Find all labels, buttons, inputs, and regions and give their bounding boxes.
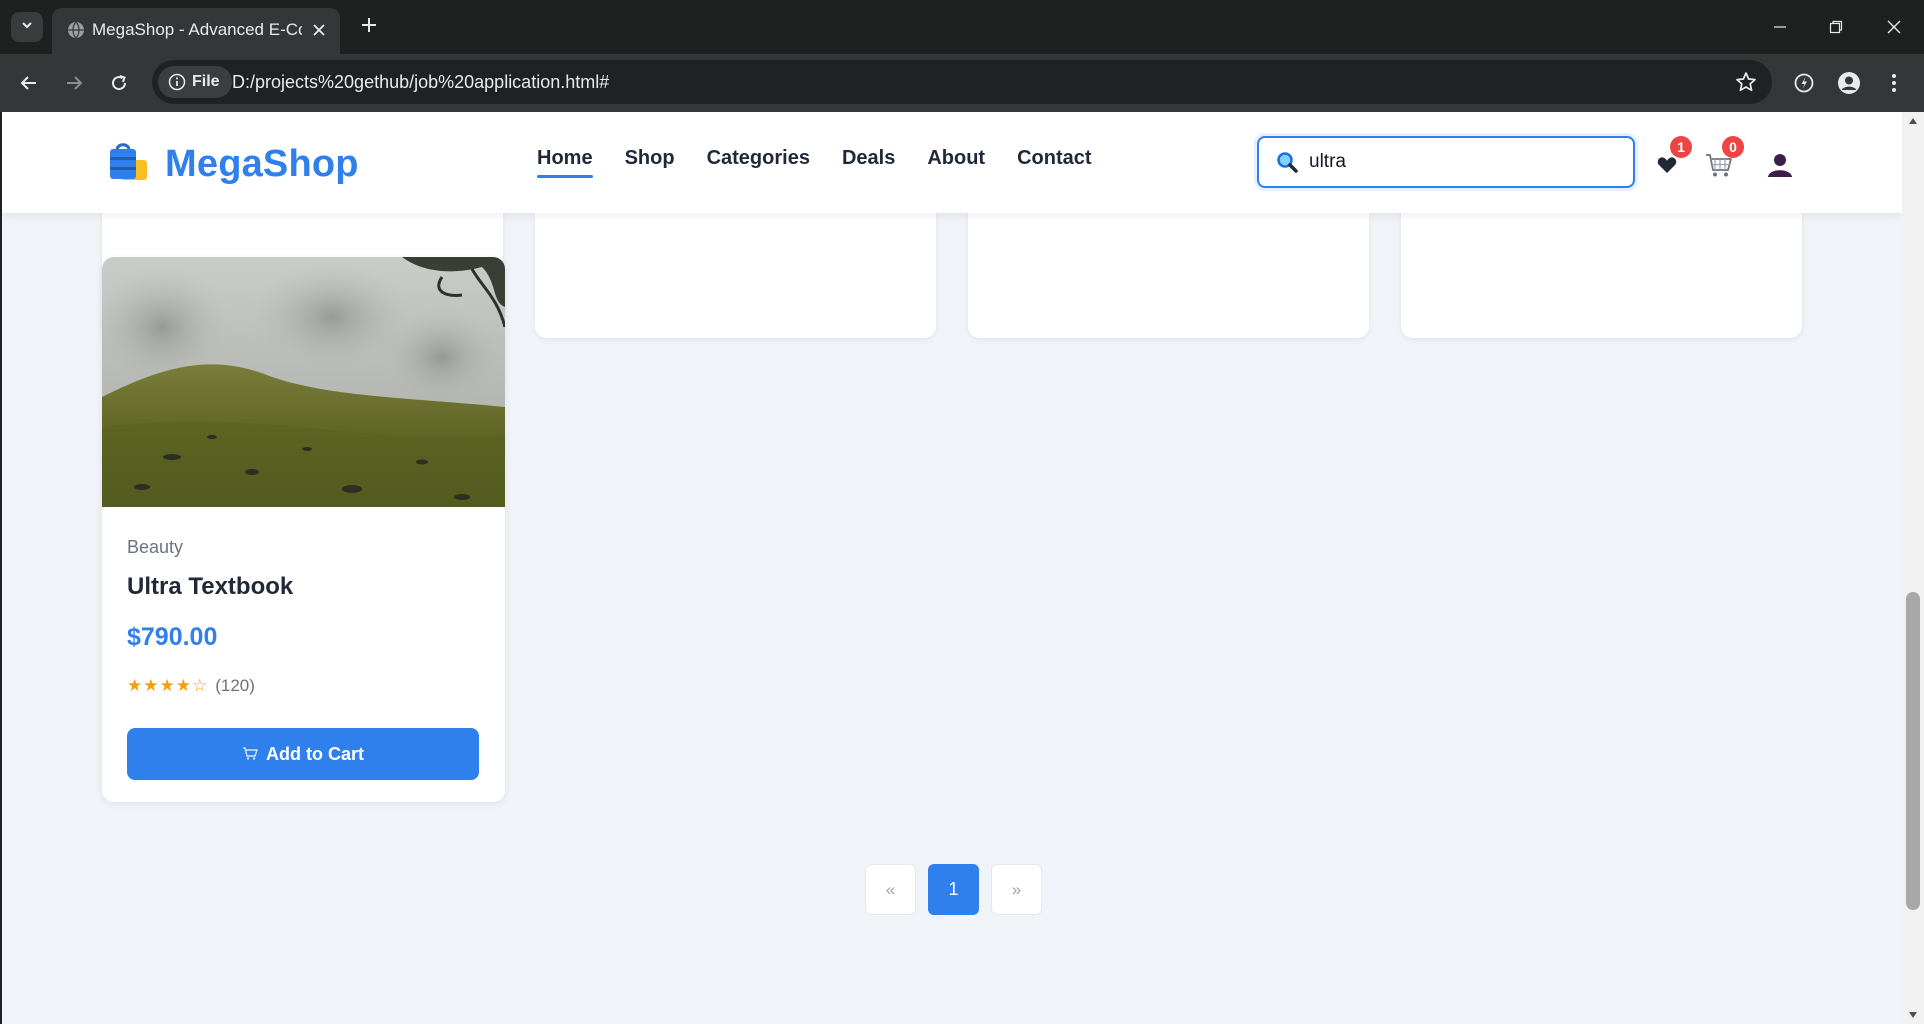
restore-button[interactable] bbox=[1808, 8, 1864, 46]
nav-categories[interactable]: Categories bbox=[707, 144, 810, 180]
shopping-bag-icon bbox=[107, 140, 151, 189]
arrow-right-icon bbox=[67, 76, 83, 90]
scroll-up-arrow-icon[interactable] bbox=[1902, 112, 1924, 130]
pagination: « 1 » bbox=[865, 864, 1042, 915]
product-name[interactable]: Ultra Textbook bbox=[127, 573, 293, 601]
brand-name: MegaShop bbox=[165, 142, 359, 185]
product-card[interactable]: Beauty Ultra Textbook $790.00 ★★★★☆ (120… bbox=[102, 257, 505, 802]
next-page-button[interactable]: » bbox=[991, 864, 1042, 915]
bookmark-star-icon[interactable] bbox=[1734, 70, 1758, 94]
minimize-icon bbox=[1774, 26, 1786, 28]
forward-button[interactable] bbox=[56, 65, 92, 101]
nav-about[interactable]: About bbox=[927, 144, 985, 180]
page-viewport: MegaShop Home Shop Categories Deals Abou… bbox=[2, 112, 1902, 1024]
add-to-cart-label: Add to Cart bbox=[266, 743, 364, 764]
nav-contact[interactable]: Contact bbox=[1017, 144, 1091, 180]
account-button[interactable] bbox=[1763, 148, 1797, 182]
product-category: Beauty bbox=[127, 537, 184, 557]
browser-toolbar: File D:/projects%20gethub/job%20applicat… bbox=[0, 54, 1924, 112]
account-circle-icon bbox=[1838, 72, 1860, 94]
page-scrollbar[interactable] bbox=[1902, 112, 1924, 1024]
search-icon bbox=[1275, 150, 1299, 174]
back-button[interactable] bbox=[11, 65, 47, 101]
arrow-left-icon bbox=[20, 76, 36, 90]
profile-button[interactable] bbox=[1831, 65, 1867, 101]
reload-icon bbox=[112, 75, 127, 91]
more-vertical-icon bbox=[1892, 74, 1896, 92]
page-1-button[interactable]: 1 bbox=[928, 864, 979, 915]
reload-button[interactable] bbox=[101, 65, 137, 101]
site-info-chip[interactable]: File bbox=[158, 66, 232, 98]
close-window-button[interactable] bbox=[1866, 8, 1922, 46]
wishlist-count-badge: 1 bbox=[1670, 136, 1692, 158]
main-nav: Home Shop Categories Deals About Contact bbox=[537, 144, 1092, 180]
close-icon bbox=[1887, 20, 1901, 34]
add-to-cart-button[interactable]: Add to Cart bbox=[127, 728, 479, 780]
plus-icon bbox=[360, 16, 378, 39]
prev-page-button[interactable]: « bbox=[865, 864, 916, 915]
site-header: MegaShop Home Shop Categories Deals Abou… bbox=[2, 112, 1902, 213]
nav-deals[interactable]: Deals bbox=[842, 144, 895, 180]
product-rating: ★★★★☆ (120) bbox=[127, 676, 255, 696]
tab-search-button[interactable] bbox=[11, 12, 43, 42]
scroll-down-arrow-icon[interactable] bbox=[1902, 1006, 1924, 1024]
heart-icon bbox=[1657, 157, 1677, 173]
restore-icon bbox=[1829, 20, 1843, 34]
address-bar[interactable]: File D:/projects%20gethub/job%20applicat… bbox=[152, 60, 1772, 104]
product-price: $790.00 bbox=[127, 623, 218, 651]
browser-tab[interactable]: MegaShop - Advanced E-Commerce bbox=[52, 8, 340, 54]
speed-icon bbox=[1794, 73, 1814, 93]
extension-button[interactable] bbox=[1786, 65, 1822, 101]
brand-logo[interactable]: MegaShop bbox=[107, 140, 359, 188]
search-box bbox=[1257, 136, 1635, 188]
tab-close-icon[interactable] bbox=[308, 19, 330, 41]
chevron-down-icon bbox=[20, 18, 34, 37]
browser-menu-button[interactable] bbox=[1876, 65, 1912, 101]
rating-stars: ★★★★☆ bbox=[127, 676, 209, 695]
search-input[interactable] bbox=[1309, 138, 1619, 186]
nav-shop[interactable]: Shop bbox=[625, 144, 675, 180]
product-image[interactable] bbox=[102, 257, 505, 507]
url-text[interactable]: D:/projects%20gethub/job%20application.h… bbox=[232, 60, 609, 104]
user-icon bbox=[1768, 154, 1792, 177]
scrollbar-thumb[interactable] bbox=[1906, 592, 1920, 910]
globe-icon bbox=[65, 19, 87, 41]
cart-icon bbox=[242, 744, 258, 765]
nav-home[interactable]: Home bbox=[537, 144, 593, 180]
cart-count-badge: 0 bbox=[1722, 136, 1744, 158]
new-tab-button[interactable] bbox=[355, 13, 383, 41]
review-count: (120) bbox=[215, 676, 255, 695]
info-icon bbox=[168, 73, 186, 91]
site-info-label: File bbox=[192, 73, 220, 90]
wishlist-button[interactable]: 1 bbox=[1650, 136, 1692, 182]
browser-tab-strip: MegaShop - Advanced E-Commerce bbox=[0, 0, 1924, 54]
cart-button[interactable]: 0 bbox=[1702, 136, 1744, 182]
tab-title: MegaShop - Advanced E-Commerce bbox=[92, 20, 302, 39]
minimize-button[interactable] bbox=[1752, 8, 1808, 46]
